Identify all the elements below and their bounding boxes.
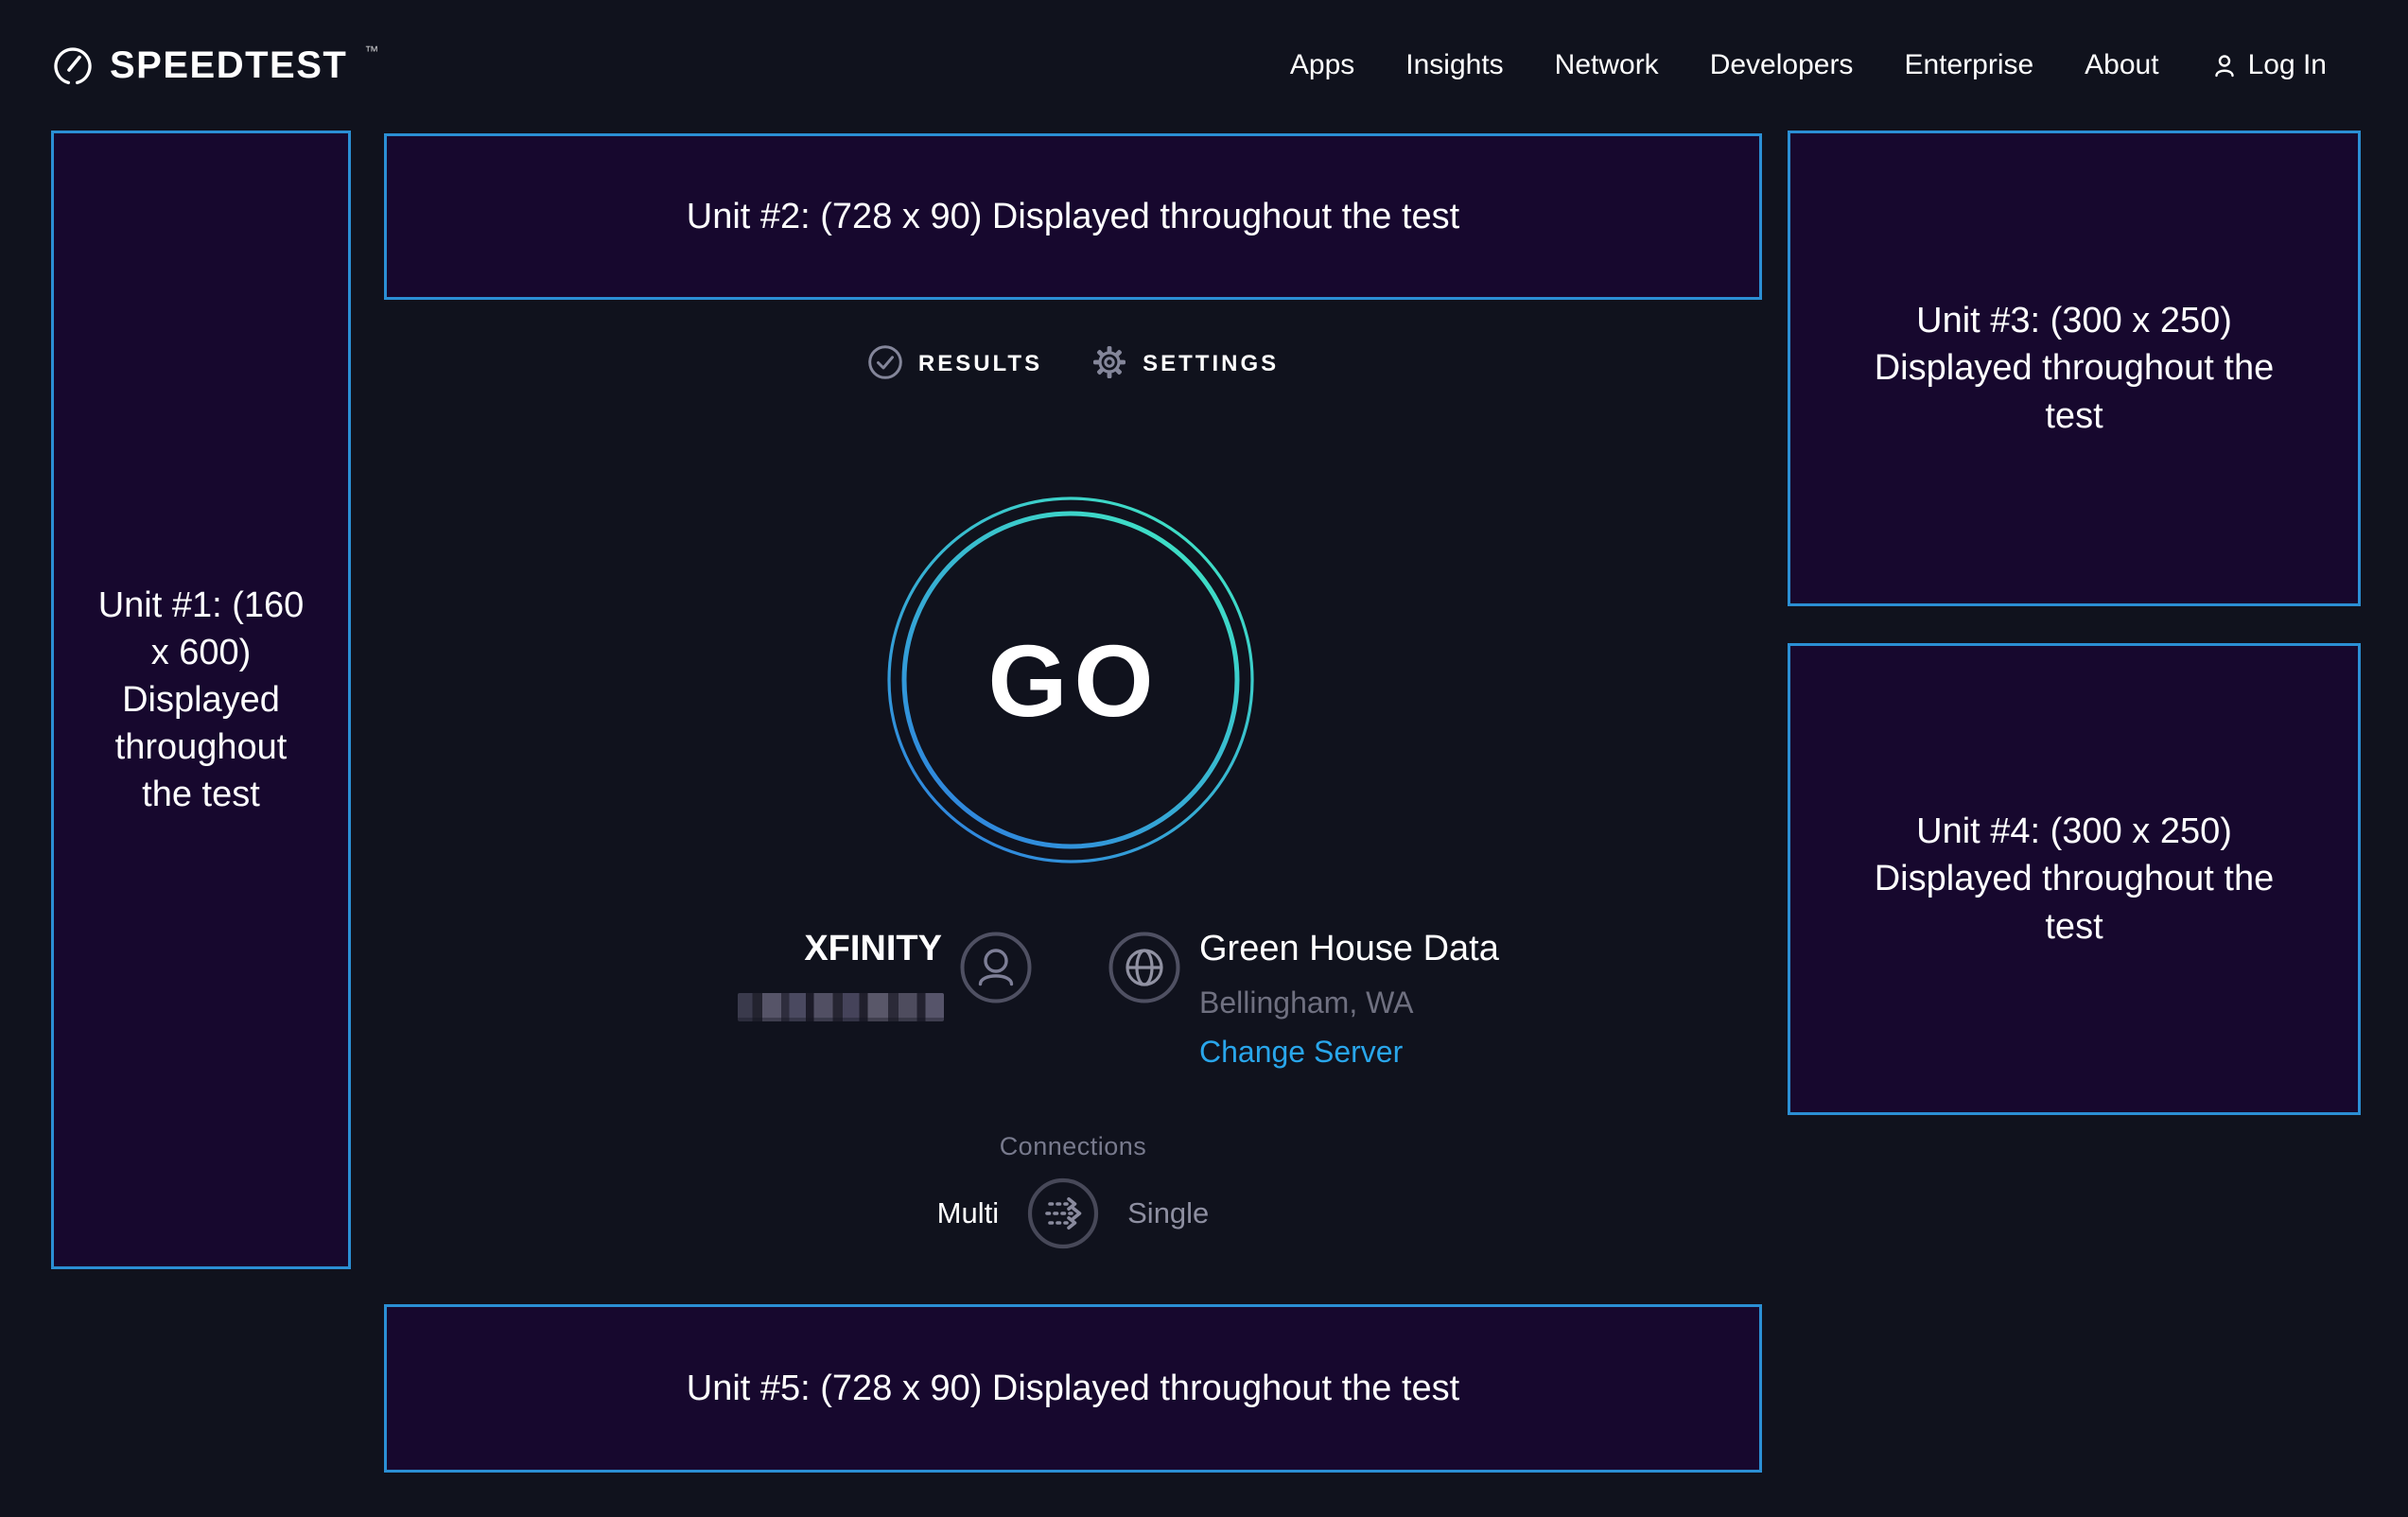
ad-unit-5: Unit #5: (728 x 90) Displayed throughout…	[384, 1304, 1762, 1473]
tabs-bar: RESULTS	[384, 336, 1762, 392]
tab-settings-label: SETTINGS	[1143, 351, 1279, 377]
go-button-label: GO	[981, 621, 1160, 740]
server-name: Green House Data	[1199, 929, 1499, 969]
ad-unit-2-label: Unit #2: (728 x 90) Displayed throughout…	[687, 193, 1459, 240]
check-circle-icon	[867, 344, 903, 385]
header: SPEEDTEST ™ Apps Insights Network Develo…	[0, 0, 2408, 131]
nav-item-insights[interactable]: Insights	[1405, 49, 1503, 81]
tab-settings[interactable]: SETTINGS	[1091, 344, 1279, 385]
isp-avatar-icon[interactable]	[960, 932, 1032, 1003]
speedtest-logo[interactable]: SPEEDTEST ™	[51, 43, 378, 88]
speedtest-page: SPEEDTEST ™ Apps Insights Network Develo…	[0, 0, 2408, 1517]
isp-name: XFINITY	[605, 929, 942, 969]
ad-unit-3-label: Unit #3: (300 x 250) Displayed throughou…	[1844, 297, 2304, 439]
ad-unit-3: Unit #3: (300 x 250) Displayed throughou…	[1788, 131, 2361, 606]
login-label: Log In	[2248, 49, 2327, 81]
tab-results[interactable]: RESULTS	[867, 344, 1042, 385]
nav-item-apps[interactable]: Apps	[1290, 49, 1354, 81]
connections-mode-single[interactable]: Single	[1127, 1196, 1209, 1230]
logo-trademark: ™	[364, 43, 378, 61]
connections-toggle-button[interactable]	[1027, 1177, 1099, 1249]
ad-unit-2: Unit #2: (728 x 90) Displayed throughout…	[384, 133, 1762, 300]
nav-item-developers[interactable]: Developers	[1710, 49, 1854, 81]
multi-connections-arrows-icon	[1027, 1177, 1099, 1249]
ad-unit-4: Unit #4: (300 x 250) Displayed throughou…	[1788, 643, 2361, 1115]
connections-toggle-row: Multi Single	[384, 1177, 1762, 1250]
logo-text: SPEEDTEST	[110, 43, 347, 88]
main-nav: Apps Insights Network Developers Enterpr…	[1290, 49, 2327, 81]
connections-mode-multi[interactable]: Multi	[937, 1196, 999, 1230]
nav-item-about[interactable]: About	[2085, 49, 2158, 81]
tab-results-label: RESULTS	[918, 351, 1042, 377]
server-globe-icon[interactable]	[1108, 932, 1180, 1003]
ad-unit-4-label: Unit #4: (300 x 250) Displayed throughou…	[1844, 808, 2304, 950]
ad-unit-5-label: Unit #5: (728 x 90) Displayed throughout…	[687, 1365, 1459, 1412]
connections-title: Connections	[384, 1132, 1762, 1161]
nav-item-network[interactable]: Network	[1555, 49, 1659, 81]
isp-detail-redacted	[738, 993, 944, 1021]
ad-unit-1-label: Unit #1: (160 x 600) Displayed throughou…	[96, 582, 307, 819]
change-server-link[interactable]: Change Server	[1199, 1035, 1403, 1070]
user-icon	[2210, 51, 2239, 79]
gear-icon	[1091, 344, 1127, 385]
login-button[interactable]: Log In	[2210, 49, 2327, 81]
ad-unit-1: Unit #1: (160 x 600) Displayed throughou…	[51, 131, 351, 1269]
speedometer-gauge-icon	[51, 43, 95, 88]
nav-item-enterprise[interactable]: Enterprise	[1904, 49, 2033, 81]
server-location: Bellingham, WA	[1199, 985, 1413, 1020]
go-button[interactable]: GO	[886, 496, 1255, 864]
